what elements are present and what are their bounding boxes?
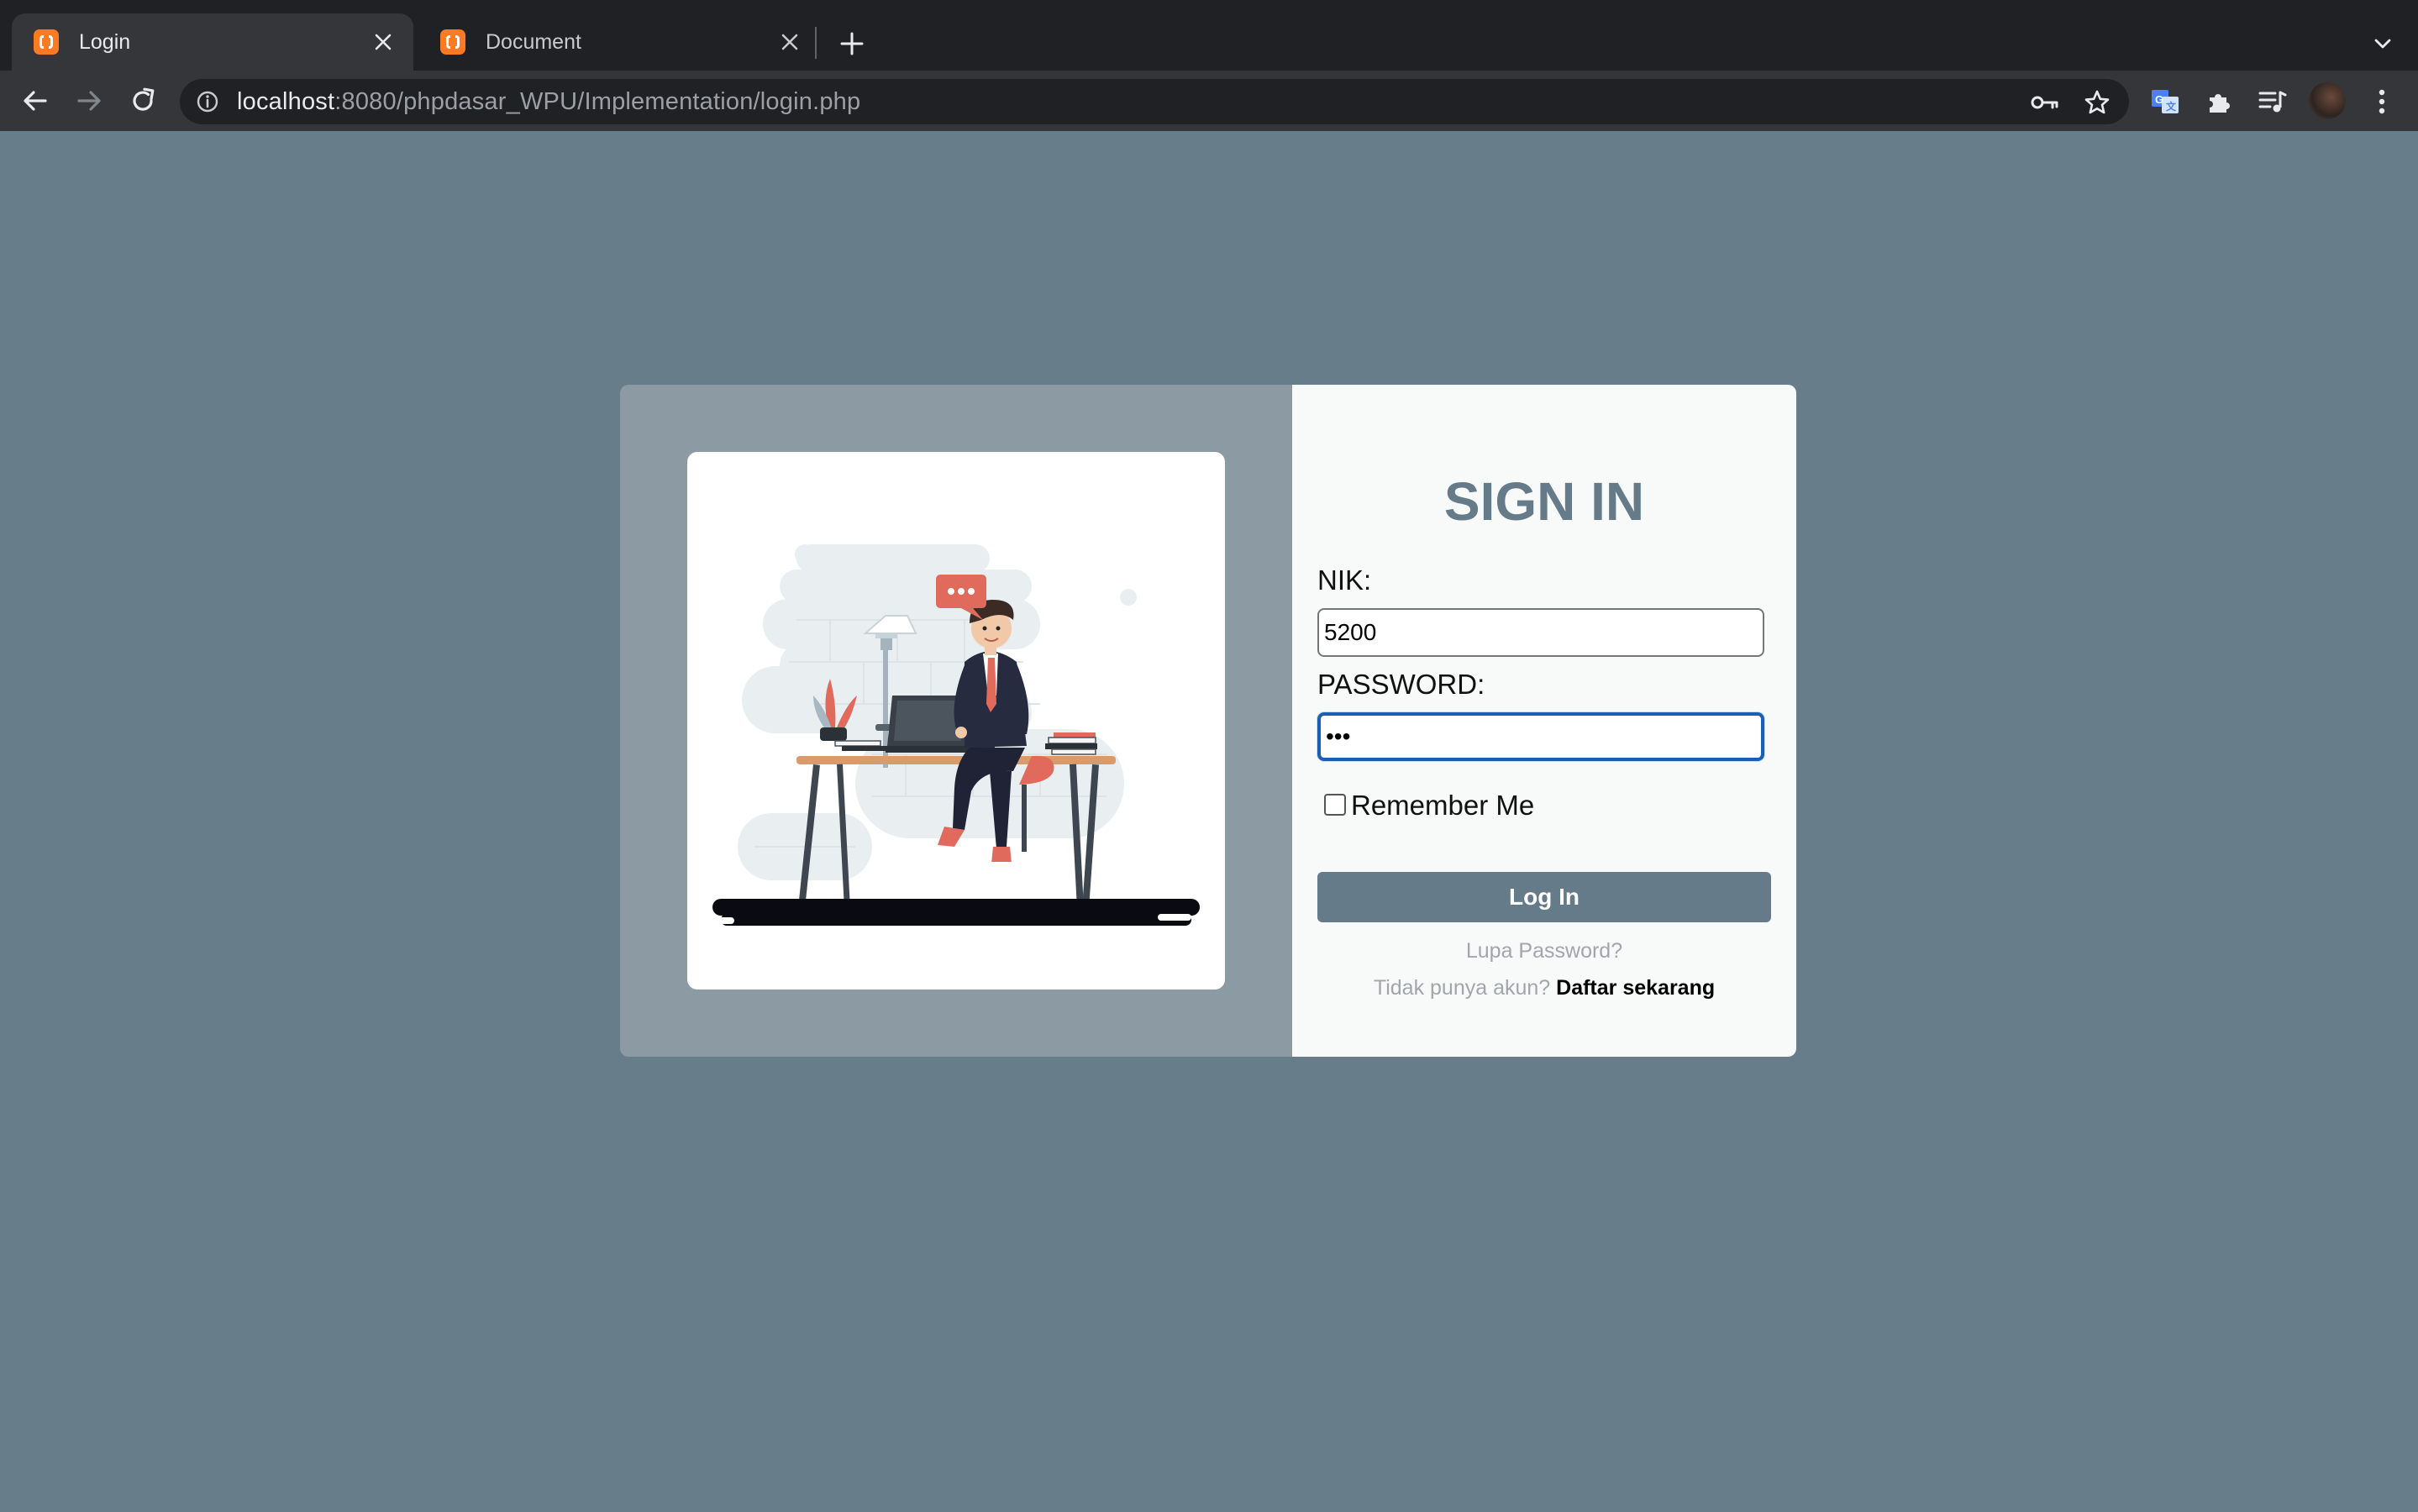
illustration-panel [620,385,1292,1057]
url-path: :8080/phpdasar_WPU/Implementation/login.… [334,88,861,115]
signup-prompt: Tidak punya akun? [1373,976,1551,1000]
illustration-frame [687,452,1225,990]
tab-title: Document [486,29,581,54]
signup-link[interactable]: Daftar sekarang [1556,976,1715,1000]
tab-strip: Login Document [0,0,2418,71]
chevron-down-icon[interactable] [2363,24,2403,64]
translate-icon[interactable]: G文 [2146,82,2184,121]
page-title: SIGN IN [1443,471,1645,532]
back-arrow-icon[interactable] [13,79,57,123]
url-host: localhost [237,88,335,115]
login-card: SIGN IN NIK: PASSWORD: Remember Me Log I… [620,385,1796,1057]
tab-login[interactable]: Login [12,13,413,71]
signup-line: Tidak punya akun? Daftar sekarang [1292,976,1796,1000]
info-icon[interactable] [195,89,220,114]
svg-text:文: 文 [2166,100,2177,113]
key-icon[interactable] [2028,86,2062,119]
password-input[interactable] [1317,712,1764,761]
star-icon[interactable] [2080,86,2114,119]
forward-arrow-icon[interactable] [67,79,111,123]
login-button[interactable]: Log In [1317,872,1771,922]
kebab-menu-icon[interactable] [2363,82,2401,121]
browser-toolbar: localhost:8080/phpdasar_WPU/Implementati… [0,71,2418,131]
tab-separator [815,27,817,59]
url-text[interactable]: localhost:8080/phpdasar_WPU/Implementati… [237,88,860,116]
reload-icon[interactable] [121,79,165,123]
close-icon[interactable] [366,25,400,59]
forgot-password-link[interactable]: Lupa Password? [1292,939,1796,963]
xampp-favicon-icon [440,29,465,55]
password-label: PASSWORD: [1317,669,1485,700]
tab-title: Login [79,29,131,54]
nik-label: NIK: [1317,564,1372,596]
svg-text:G: G [2155,93,2163,106]
close-icon[interactable] [773,25,807,59]
profile-avatar[interactable] [2309,82,2346,119]
xampp-favicon-icon [34,29,59,55]
login-form-panel: SIGN IN NIK: PASSWORD: Remember Me Log I… [1292,385,1796,1057]
remember-me-checkbox[interactable] [1324,794,1346,816]
remember-me-label[interactable]: Remember Me [1351,790,1534,822]
media-queue-icon[interactable] [2253,82,2292,121]
tab-document[interactable]: Document [418,13,820,71]
office-worker-illustration [712,544,1200,926]
address-bar[interactable]: localhost:8080/phpdasar_WPU/Implementati… [180,79,2129,124]
nik-input[interactable] [1317,608,1764,657]
puzzle-icon[interactable] [2200,82,2238,121]
plus-icon[interactable] [832,24,872,64]
